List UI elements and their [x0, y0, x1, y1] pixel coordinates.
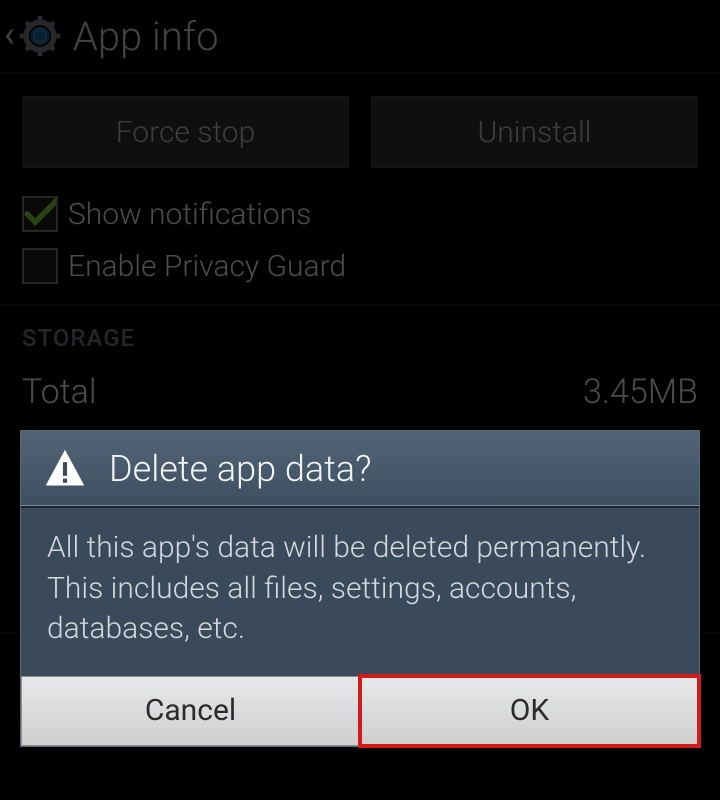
delete-data-dialog: Delete app data? All this app's data wil… — [20, 430, 700, 747]
dialog-header: Delete app data? — [21, 431, 699, 506]
cancel-button[interactable]: Cancel — [21, 676, 360, 746]
dialog-button-row: Cancel OK — [21, 676, 699, 746]
ok-button[interactable]: OK — [360, 676, 699, 746]
dialog-body: All this app's data will be deleted perm… — [21, 508, 699, 676]
warning-icon — [43, 447, 87, 491]
dialog-title: Delete app data? — [109, 448, 371, 490]
